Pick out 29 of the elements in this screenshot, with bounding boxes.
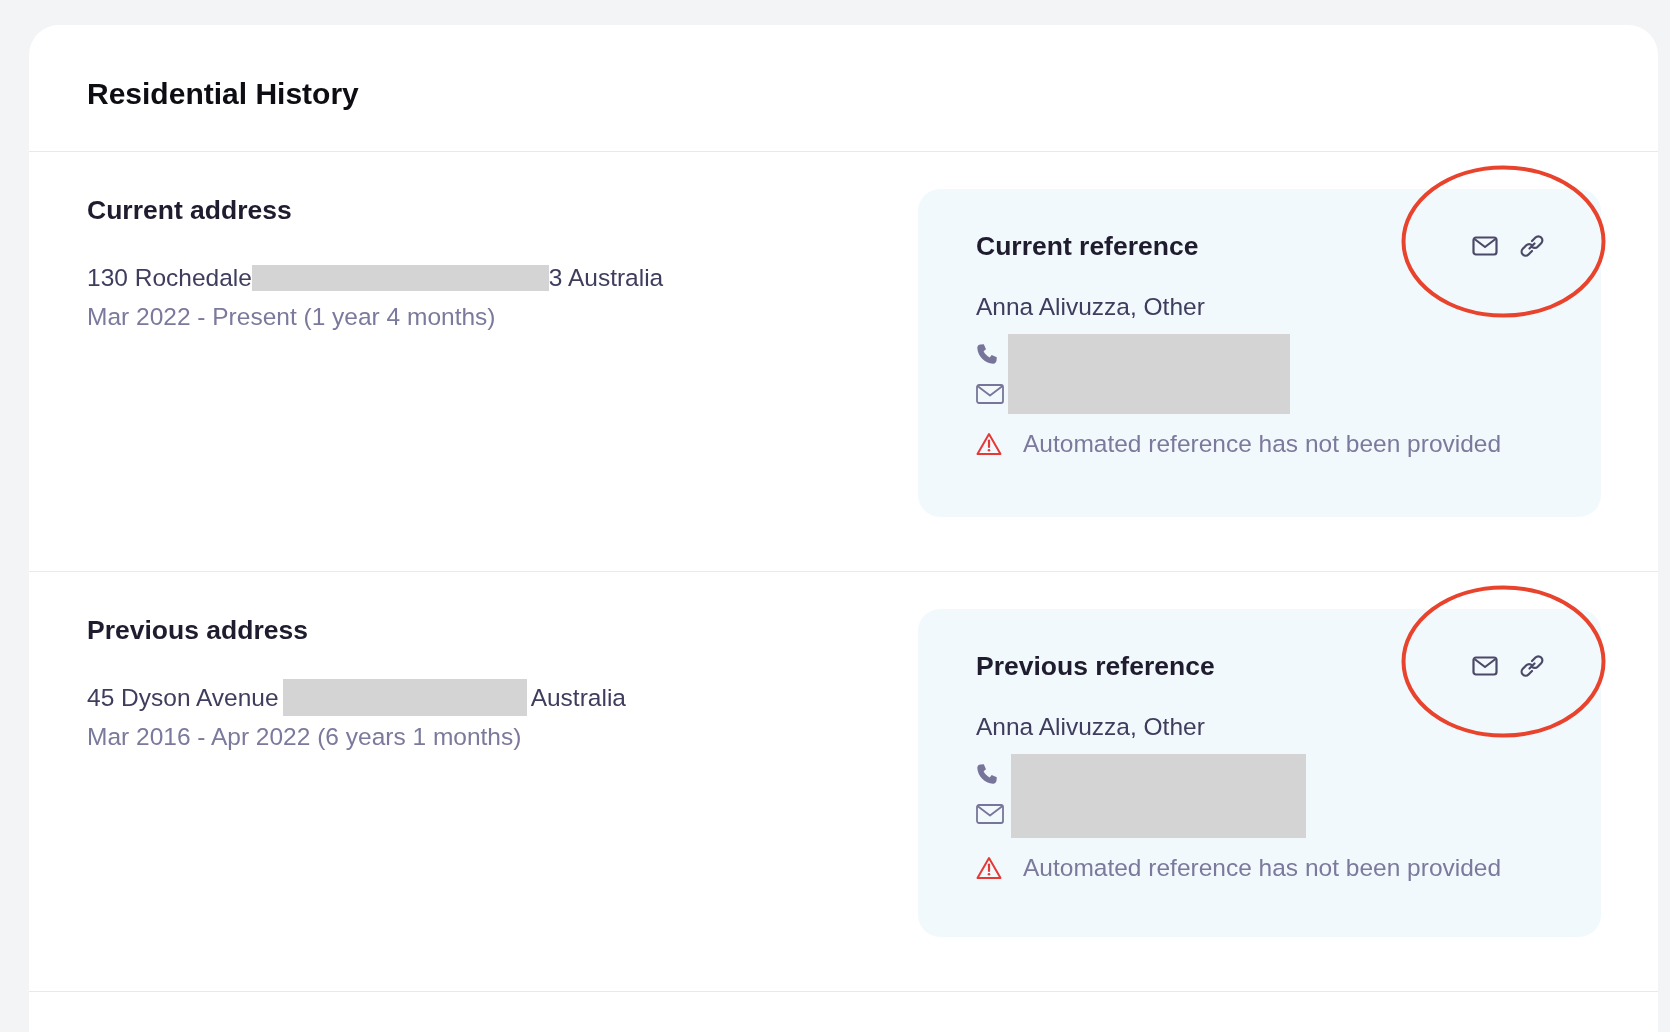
address-text: Australia	[530, 683, 626, 713]
page-title: Residential History	[87, 76, 359, 112]
phone-icon	[976, 343, 998, 365]
envelope-icon	[1472, 236, 1498, 256]
section-heading: Previous address	[87, 614, 308, 647]
referee-name: Anna Alivuzza, Other	[976, 712, 1205, 742]
date-range-text: Mar 2016 - Apr 2022 (6 years 1 months)	[87, 722, 522, 752]
warning-icon	[976, 856, 1002, 880]
phone-icon	[976, 763, 998, 785]
chain-link-icon	[1519, 233, 1545, 259]
address-text: 45 Dyson Avenue	[87, 683, 279, 713]
referee-name: Anna Alivuzza, Other	[976, 292, 1205, 322]
link-button[interactable]	[1519, 653, 1545, 679]
date-range-text: Mar 2022 - Present (1 year 4 months)	[87, 302, 496, 332]
warning-icon	[976, 432, 1002, 456]
link-button[interactable]	[1519, 233, 1545, 259]
warning-text: Automated reference has not been provided	[1023, 429, 1502, 459]
envelope-icon	[976, 804, 1004, 824]
email-button[interactable]	[1472, 236, 1498, 256]
warning-text: Automated reference has not been provided	[1023, 853, 1502, 883]
address-text: 130 Rochedale	[87, 263, 252, 293]
envelope-icon	[976, 384, 1004, 404]
reference-title: Previous reference	[976, 650, 1215, 683]
chain-link-icon	[1519, 653, 1545, 679]
email-button[interactable]	[1472, 656, 1498, 676]
envelope-icon	[1472, 656, 1498, 676]
address-text: 3 Australia	[548, 263, 664, 293]
section-heading: Current address	[87, 194, 292, 227]
reference-title: Current reference	[976, 230, 1199, 263]
